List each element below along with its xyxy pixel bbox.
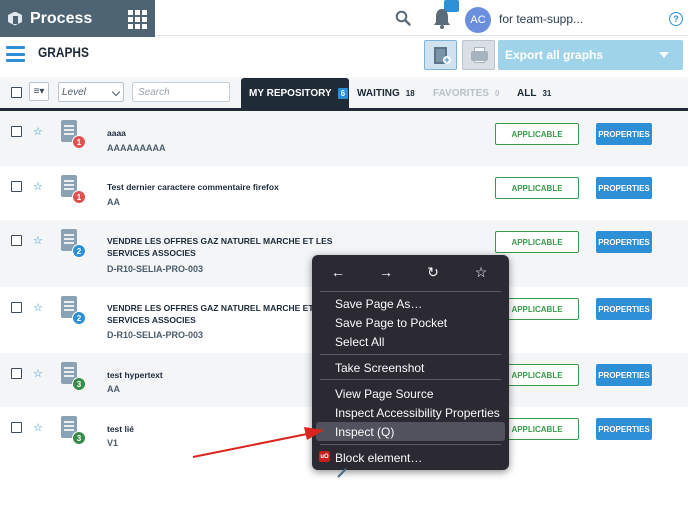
annotation-arrow <box>192 427 347 478</box>
